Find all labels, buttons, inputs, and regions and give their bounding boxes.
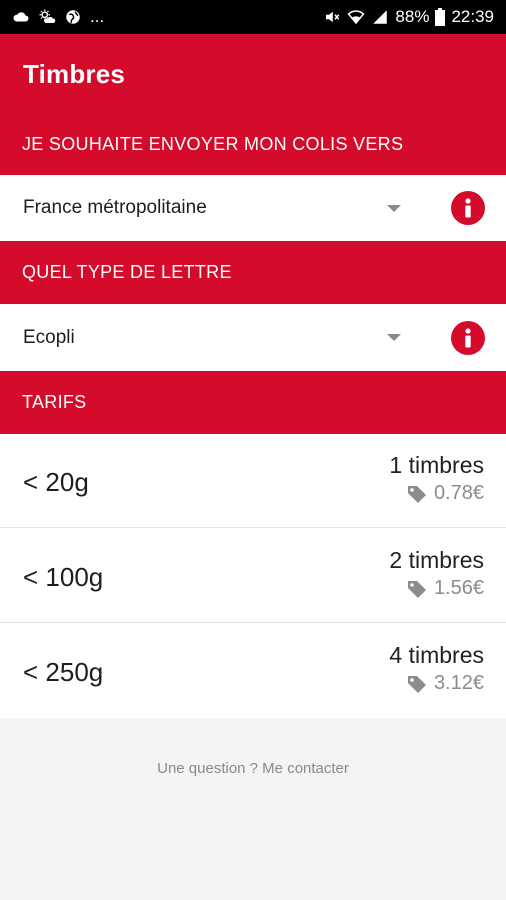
signal-icon xyxy=(373,10,388,24)
price: 3.12€ xyxy=(406,672,484,695)
page-title: Timbres xyxy=(23,58,126,89)
status-dots: ... xyxy=(90,7,105,26)
tarifs-list: < 20g 1 timbres 0.78€ < 100g 2 timbres 1… xyxy=(0,434,506,718)
chevron-down-icon xyxy=(387,334,401,341)
globe-icon xyxy=(66,10,80,24)
battery-icon xyxy=(435,8,446,26)
price-tag-icon xyxy=(407,675,426,693)
weight-label: < 250g xyxy=(23,657,104,687)
info-icon[interactable] xyxy=(451,191,485,225)
weight-label: < 100g xyxy=(23,562,104,592)
price-value: 0.78€ xyxy=(433,482,484,504)
price-tag-icon xyxy=(407,580,426,598)
list-item: < 250g 4 timbres 3.12€ xyxy=(0,624,506,719)
weight-label: < 20g xyxy=(23,467,89,497)
letter-type-header-label: QUEL TYPE DE LETTRE xyxy=(22,262,232,282)
info-icon[interactable] xyxy=(451,320,485,355)
price-value: 3.12€ xyxy=(433,672,484,694)
stamps-count: 1 timbres xyxy=(389,452,484,478)
destination-header: JE SOUHAITE ENVOYER MON COLIS VERS xyxy=(0,114,506,175)
price-value: 1.56€ xyxy=(433,577,484,599)
price: 1.56€ xyxy=(406,577,484,600)
tarifs-header-label: TARIFS xyxy=(22,392,87,412)
wifi-icon xyxy=(347,10,365,25)
status-time: 22:39 xyxy=(451,7,494,26)
letter-type-select[interactable]: Ecopli xyxy=(0,304,506,371)
destination-select-value: France métropolitaine xyxy=(23,197,207,218)
letter-type-select-value: Ecopli xyxy=(23,326,75,348)
tarifs-header: TARIFS xyxy=(0,371,506,434)
destination-header-label: JE SOUHAITE ENVOYER MON COLIS VERS xyxy=(22,134,404,154)
price-tag-icon xyxy=(407,485,426,503)
mute-icon xyxy=(326,11,340,23)
status-bar-left: ... xyxy=(12,7,104,27)
divider xyxy=(0,527,506,528)
contact-link[interactable]: Une question ? Me contacter xyxy=(0,760,506,777)
cloud-icon xyxy=(13,12,29,22)
list-item: < 20g 1 timbres 0.78€ xyxy=(0,434,506,529)
weather-icon xyxy=(39,9,56,23)
stamps-count: 2 timbres xyxy=(389,547,484,573)
battery-percent: 88% xyxy=(395,7,430,26)
list-item: < 100g 2 timbres 1.56€ xyxy=(0,529,506,624)
status-bar-right: 88% 22:39 xyxy=(323,7,494,27)
app-bar: Timbres xyxy=(0,34,506,114)
destination-select[interactable]: France métropolitaine xyxy=(0,175,506,241)
chevron-down-icon xyxy=(387,204,401,212)
divider xyxy=(0,622,506,623)
letter-type-header: QUEL TYPE DE LETTRE xyxy=(0,241,506,304)
status-bar: ... 88% 22:39 xyxy=(0,0,506,34)
stamps-count: 4 timbres xyxy=(389,642,484,668)
price: 0.78€ xyxy=(406,482,484,505)
